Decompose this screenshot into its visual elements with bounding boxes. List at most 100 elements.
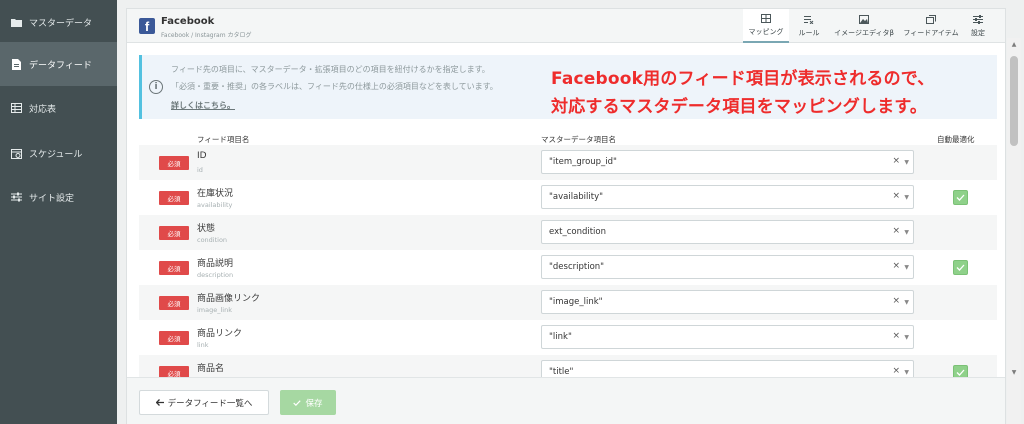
annotation-line2: 対応するマスタデータ項目をマッピングします。 bbox=[551, 97, 928, 117]
tab-label: ルール bbox=[798, 28, 820, 37]
master-field-select[interactable]: "link" × ▼ bbox=[541, 325, 914, 349]
info-icon: i bbox=[149, 80, 163, 94]
clear-icon[interactable]: × bbox=[892, 261, 900, 271]
chevron-down-icon[interactable]: ▼ bbox=[904, 159, 909, 166]
tab-label: 設定 bbox=[971, 28, 985, 37]
column-header-auto-optimize: 自動最適化 bbox=[937, 135, 975, 144]
column-header-master-field: マスターデータ項目名 bbox=[541, 135, 616, 144]
required-badge: 必須 bbox=[159, 296, 189, 310]
chevron-down-icon[interactable]: ▼ bbox=[904, 334, 909, 341]
clear-icon[interactable]: × bbox=[892, 331, 900, 341]
scrollbar[interactable]: ▲ ▼ bbox=[1007, 38, 1021, 424]
chevron-down-icon[interactable]: ▼ bbox=[904, 194, 909, 201]
select-value: "image_link" bbox=[549, 297, 603, 307]
field-name: ID bbox=[197, 151, 207, 161]
select-value: "availability" bbox=[549, 192, 604, 202]
field-key: availability bbox=[197, 201, 233, 209]
sidebar-item-mapping-table[interactable]: 対応表 bbox=[0, 86, 117, 130]
facebook-logo-icon: f bbox=[139, 18, 155, 34]
select-value: ext_condition bbox=[549, 227, 606, 237]
field-key: description bbox=[197, 271, 234, 279]
back-to-feed-list-button[interactable]: データフィード一覧へ bbox=[139, 390, 269, 415]
clear-icon[interactable]: × bbox=[892, 191, 900, 201]
sidebar-item-data-feed[interactable]: データフィード bbox=[0, 42, 117, 86]
clear-icon[interactable]: × bbox=[892, 296, 900, 306]
page-subtitle: Facebook / Instagram カタログ bbox=[161, 32, 252, 39]
master-field-select[interactable]: "image_link" × ▼ bbox=[541, 290, 914, 314]
chevron-down-icon[interactable]: ▼ bbox=[904, 229, 909, 236]
field-key: link bbox=[197, 341, 209, 349]
sidebar-item-master-data[interactable]: マスターデータ bbox=[0, 0, 117, 44]
master-field-select[interactable]: "item_group_id" × ▼ bbox=[541, 150, 914, 174]
required-badge: 必須 bbox=[159, 331, 189, 345]
sidebar-item-schedule[interactable]: スケジュール bbox=[0, 131, 117, 175]
table-row: 必須 商品画像リンク image_link "image_link" × ▼ bbox=[139, 285, 997, 320]
scroll-up-icon[interactable]: ▲ bbox=[1007, 38, 1021, 50]
required-badge: 必須 bbox=[159, 191, 189, 205]
field-key: image_link bbox=[197, 306, 232, 314]
field-name: 商品画像リンク bbox=[197, 294, 261, 304]
table-row: 必須 在庫状況 availability "availability" × ▼ bbox=[139, 180, 997, 215]
chevron-down-icon[interactable]: ▼ bbox=[904, 369, 909, 376]
settings-icon bbox=[973, 14, 983, 26]
column-header-feed-field: フィード項目名 bbox=[197, 135, 250, 144]
clear-icon[interactable]: × bbox=[892, 226, 900, 236]
panel-header: f Facebook Facebook / Instagram カタログ マッピ… bbox=[127, 9, 1005, 43]
sidebar-item-site-settings[interactable]: サイト設定 bbox=[0, 175, 117, 219]
tab-settings[interactable]: 設定 bbox=[965, 9, 991, 43]
table-row: 必須 状態 condition ext_condition × ▼ bbox=[139, 215, 997, 250]
tab-mapping[interactable]: マッピング bbox=[743, 9, 789, 43]
master-field-select[interactable]: "description" × ▼ bbox=[541, 255, 914, 279]
check-icon bbox=[956, 264, 965, 271]
tab-label: イメージエディタβ bbox=[834, 28, 894, 37]
file-icon bbox=[10, 58, 22, 70]
auto-optimize-checkbox[interactable] bbox=[953, 260, 968, 275]
sidebar-item-label: データフィード bbox=[29, 60, 92, 71]
scroll-down-icon[interactable]: ▼ bbox=[1007, 366, 1021, 378]
required-badge: 必須 bbox=[159, 261, 189, 275]
auto-optimize-checkbox[interactable] bbox=[953, 190, 968, 205]
chevron-down-icon[interactable]: ▼ bbox=[904, 299, 909, 306]
save-button[interactable]: 保存 bbox=[280, 390, 336, 415]
sidebar-item-label: スケジュール bbox=[29, 149, 83, 160]
back-button-label: データフィード一覧へ bbox=[167, 398, 253, 409]
field-key: condition bbox=[197, 236, 228, 244]
field-name: 状態 bbox=[197, 224, 216, 234]
table-row: 必須 ID id "item_group_id" × ▼ bbox=[139, 145, 997, 180]
clear-icon[interactable]: × bbox=[892, 156, 900, 166]
folder-icon bbox=[10, 16, 22, 28]
chevron-down-icon[interactable]: ▼ bbox=[904, 264, 909, 271]
field-name: 商品説明 bbox=[197, 259, 234, 269]
tab-feed-items[interactable]: フィードアイテム bbox=[901, 9, 961, 43]
select-value: "item_group_id" bbox=[549, 157, 617, 167]
image-editor-icon bbox=[859, 14, 869, 26]
sidebar-item-label: サイト設定 bbox=[29, 193, 75, 204]
sidebar-item-label: マスターデータ bbox=[29, 18, 93, 29]
field-name: 在庫状況 bbox=[197, 189, 234, 199]
details-link[interactable]: 詳しくはこちら。 bbox=[171, 100, 235, 111]
required-badge: 必須 bbox=[159, 226, 189, 240]
master-field-select[interactable]: "availability" × ▼ bbox=[541, 185, 914, 209]
table-row: 必須 商品説明 description "description" × ▼ bbox=[139, 250, 997, 285]
annotation-line1: Facebook用のフィード項目が表示されるので、 bbox=[551, 69, 935, 89]
select-value: "title" bbox=[549, 367, 574, 377]
field-name: 商品名 bbox=[197, 364, 225, 374]
field-name: 商品リンク bbox=[197, 329, 243, 339]
calendar-icon bbox=[10, 147, 22, 159]
tab-label: マッピング bbox=[748, 27, 784, 36]
tab-image-editor[interactable]: イメージエディタβ bbox=[830, 9, 898, 43]
select-value: "description" bbox=[549, 262, 605, 272]
mapping-icon bbox=[761, 13, 771, 25]
master-field-select[interactable]: ext_condition × ▼ bbox=[541, 220, 914, 244]
scroll-thumb[interactable] bbox=[1010, 56, 1018, 146]
panel-footer: データフィード一覧へ 保存 bbox=[127, 377, 1005, 424]
field-key: id bbox=[197, 166, 203, 174]
check-icon bbox=[293, 399, 302, 406]
tab-label: フィードアイテム bbox=[903, 28, 959, 37]
arrow-left-icon bbox=[155, 399, 164, 406]
check-icon bbox=[956, 194, 965, 201]
tab-rules[interactable]: ルール bbox=[792, 9, 826, 43]
clear-icon[interactable]: × bbox=[892, 366, 900, 376]
save-button-label: 保存 bbox=[305, 398, 323, 409]
info-text-line1: フィード先の項目に、マスターデータ・拡張項目のどの項目を紐付けるかを指定します。 bbox=[171, 65, 490, 74]
